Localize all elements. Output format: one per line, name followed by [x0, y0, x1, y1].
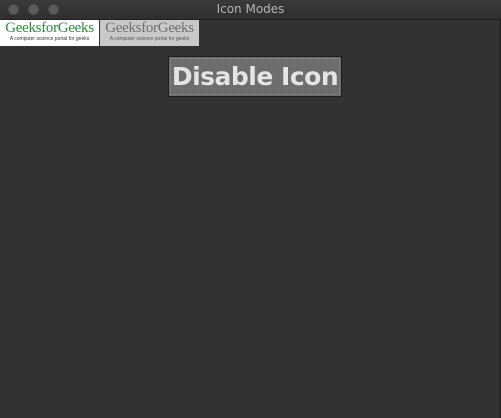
gfg-logo-icon-disabled: GeeksforGeeks A computer science portal … [100, 20, 199, 46]
disable-icon-button-label: Disable Icon [171, 62, 339, 91]
logo-tagline: A computer science portal for geeks [9, 36, 90, 42]
window-title: Icon Modes [216, 2, 285, 16]
disable-icon-button[interactable]: Disable Icon [168, 56, 342, 97]
gfg-logo-icon-normal: GeeksforGeeks A computer science portal … [0, 20, 99, 46]
logo-wordmark: GeeksforGeeks [5, 20, 94, 36]
logo-wordmark: GeeksforGeeks [105, 20, 194, 36]
app-window: Icon Modes GeeksforGeeks A computer scie… [0, 0, 501, 418]
title-bar: Icon Modes [0, 0, 501, 20]
logo-tagline: A computer science portal for geeks [109, 36, 190, 42]
